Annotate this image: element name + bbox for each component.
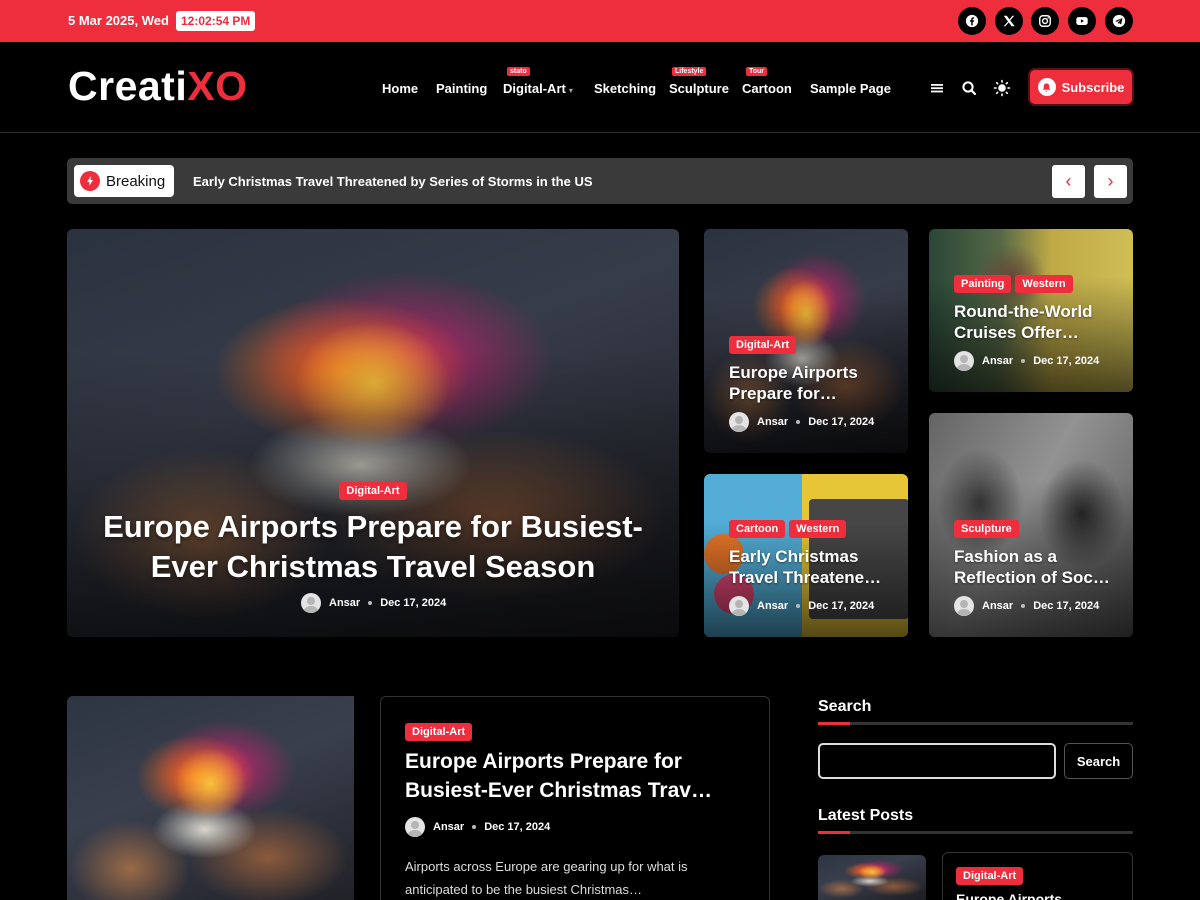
site-header: CreatiXO Home Painting stato Digital-Art… [0,42,1200,133]
breaking-label: Breaking [74,165,174,197]
grid-card-4[interactable]: Sculpture Fashion as a Reflection of Soc… [929,413,1133,637]
latest-posts-title: Latest Posts [818,807,914,824]
sun-icon[interactable] [993,79,1011,97]
post-thumbnail[interactable] [67,696,354,900]
nav-sample-page[interactable]: Sample Page [810,81,891,96]
hero-category-badge[interactable]: Digital-Art [339,482,407,500]
x-icon[interactable] [995,7,1023,35]
nav-painting[interactable]: Painting [436,81,487,96]
post-meta: Ansar Dec 17, 2024 [405,817,550,837]
card-title[interactable]: Fashion as a Reflection of Soc… [954,546,1123,588]
nav-cartoon[interactable]: Cartoon [742,81,792,96]
card-title[interactable]: Round-the-World Cruises Offer… [954,301,1123,343]
breaking-next-button[interactable]: › [1094,165,1127,198]
card-author[interactable]: Ansar [982,600,1013,612]
site-logo[interactable]: CreatiXO [68,63,247,110]
category-badge[interactable]: Digital-Art [729,336,797,354]
card-meta: Ansar Dec 17, 2024 [954,596,1123,616]
avatar [729,596,749,616]
grid-card-3[interactable]: Cartoon Western Early Christmas Travel Th… [704,474,908,637]
hero-meta: Ansar Dec 17, 2024 [301,593,446,613]
breaking-news-bar: Breaking Early Christmas Travel Threaten… [67,158,1133,204]
lightning-icon [80,171,100,191]
category-badge[interactable]: Digital-Art [405,723,473,741]
latest-post-thumbnail[interactable] [818,855,926,900]
divider [818,831,1133,834]
card-date: Dec 17, 2024 [808,416,875,428]
grid-card-1[interactable]: Digital-Art Europe Airports Prepare for…… [704,229,908,453]
hero-author[interactable]: Ansar [329,597,360,609]
search-widget-title: Search [818,698,872,715]
avatar [729,412,749,432]
post-author[interactable]: Ansar [433,821,464,833]
category-badge[interactable]: Digital-Art [956,867,1024,885]
avatar [954,596,974,616]
card-date: Dec 17, 2024 [808,600,875,612]
card-meta: Ansar Dec 17, 2024 [729,596,898,616]
avatar [301,593,321,613]
telegram-icon[interactable] [1105,7,1133,35]
youtube-icon[interactable] [1068,7,1096,35]
card-date: Dec 17, 2024 [1033,355,1100,367]
category-badge[interactable]: Cartoon [729,520,786,538]
search-input[interactable] [818,743,1056,779]
current-date: 5 Mar 2025, Wed [68,13,169,28]
category-badge[interactable]: Painting [954,275,1012,293]
facebook-icon[interactable] [958,7,986,35]
post-excerpt: Airports across Europe are gearing up fo… [405,859,688,897]
breaking-headline[interactable]: Early Christmas Travel Threatened by Ser… [193,174,593,189]
avatar [405,817,425,837]
instagram-icon[interactable] [1031,7,1059,35]
subscribe-label: Subscribe [1061,79,1125,95]
nav-tag-lifestyle: Lifestyle [672,67,707,76]
divider [818,722,1133,725]
nav-tag-stato: stato [507,67,530,76]
hero-title[interactable]: Europe Airports Prepare for Busiest-Ever… [87,507,659,587]
avatar [954,351,974,371]
card-author[interactable]: Ansar [982,355,1013,367]
category-badge[interactable]: Western [1015,275,1073,293]
hero-card[interactable]: Digital-Art Europe Airports Prepare for … [67,229,679,637]
hero-date: Dec 17, 2024 [380,597,447,609]
bell-icon [1037,78,1056,96]
subscribe-button[interactable]: Subscribe [1030,70,1132,104]
breaking-prev-button[interactable]: ‹ [1052,165,1085,198]
card-author[interactable]: Ansar [757,416,788,428]
grid-card-2[interactable]: Painting Western Round-the-World Cruises … [929,229,1133,392]
latest-post-title[interactable]: Europe Airports [956,891,1062,900]
nav-digital-art[interactable]: Digital-Art ▾ [503,81,573,96]
post-title[interactable]: Europe Airports Prepare for Busiest-Ever… [405,747,745,805]
menu-icon[interactable] [928,79,946,97]
card-meta: Ansar Dec 17, 2024 [729,412,898,432]
post-date: Dec 17, 2024 [484,821,551,833]
card-title[interactable]: Europe Airports Prepare for… [729,362,898,404]
nav-sculpture[interactable]: Sculpture [669,81,729,96]
top-bar: 5 Mar 2025, Wed 12:02:54 PM [0,0,1200,42]
latest-post-card: Digital-Art Europe Airports [942,852,1133,900]
category-badge[interactable]: Western [789,520,847,538]
card-author[interactable]: Ansar [757,600,788,612]
search-icon[interactable] [960,79,978,97]
nav-tag-tour: Tour [746,67,768,76]
nav-sketching[interactable]: Sketching [594,81,656,96]
post-card: Digital-Art Europe Airports Prepare for … [380,696,770,900]
card-date: Dec 17, 2024 [1033,600,1100,612]
chevron-down-icon: ▾ [568,86,573,95]
card-title[interactable]: Early Christmas Travel Threatene… [729,546,898,588]
category-badge[interactable]: Sculpture [954,520,1019,538]
card-meta: Ansar Dec 17, 2024 [954,351,1123,371]
current-time: 12:02:54 PM [176,11,256,31]
search-button[interactable]: Search [1064,743,1133,779]
nav-home[interactable]: Home [382,81,418,96]
